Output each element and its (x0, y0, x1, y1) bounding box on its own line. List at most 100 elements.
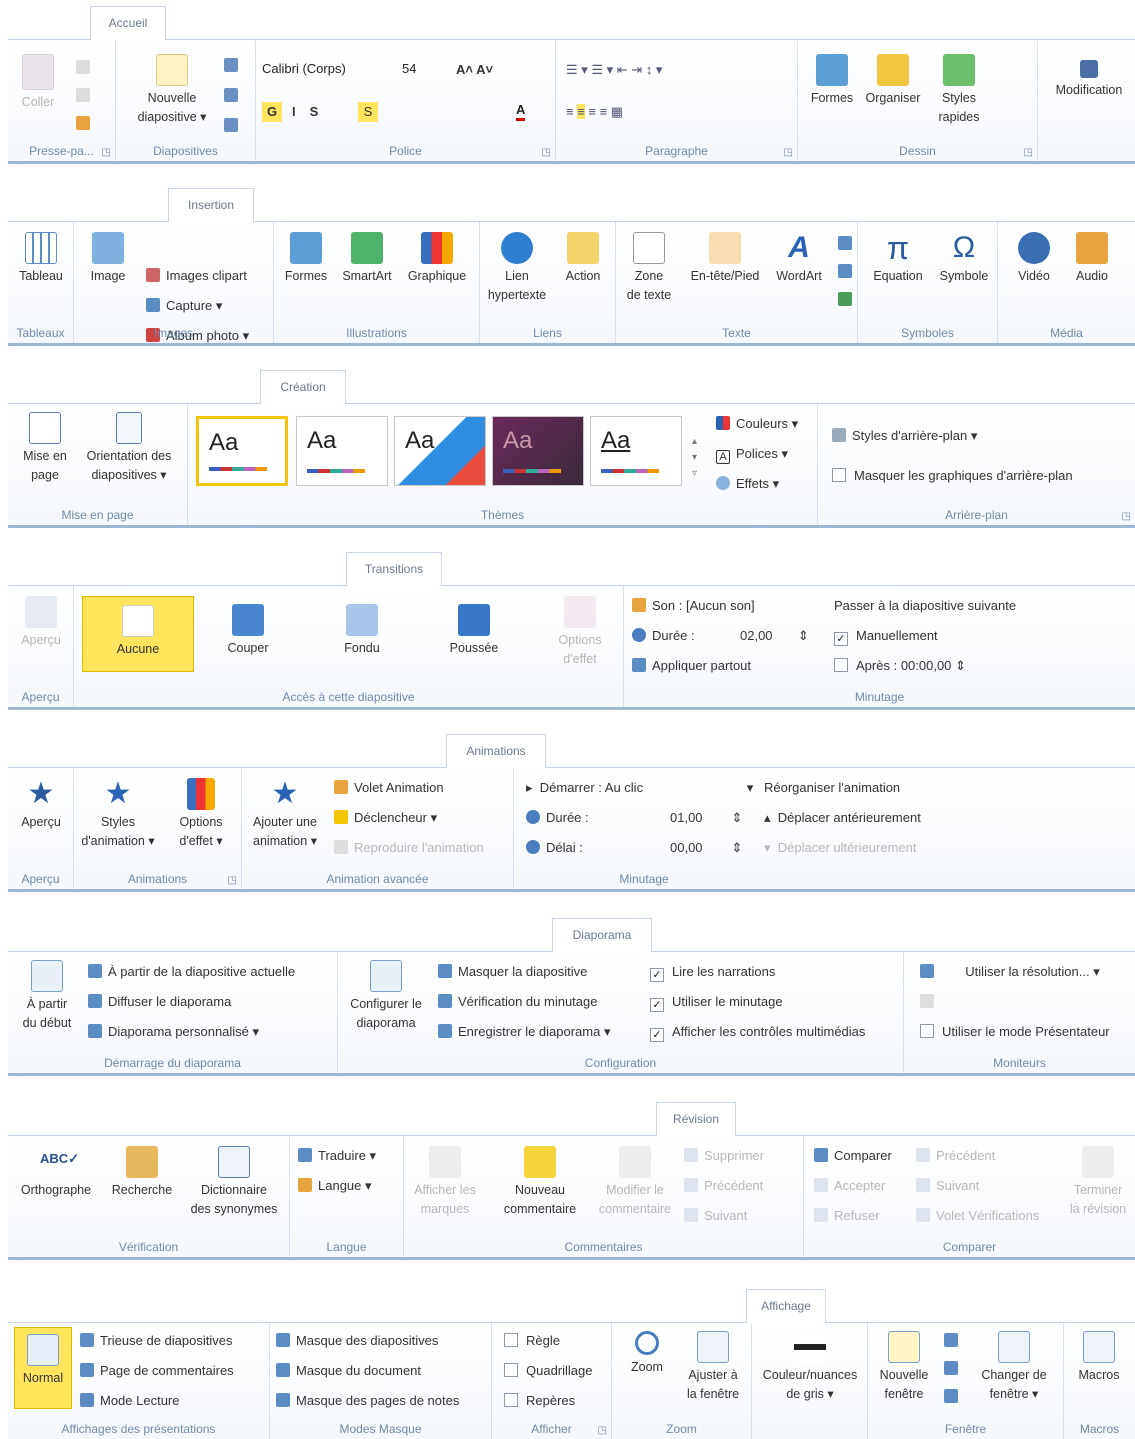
animation-pane-button[interactable]: Volet Animation (334, 780, 444, 796)
header-footer-button[interactable]: En-tête/Pied (682, 232, 768, 286)
on-click-checkbox[interactable]: ✓ Manuellement (834, 628, 938, 646)
theme-5[interactable]: Aa (590, 416, 682, 486)
effect-options-button[interactable]: Options d'effet ▾ (166, 778, 236, 851)
edit-comment-button[interactable]: Modifier le commentaire (590, 1146, 680, 1219)
duration-spinner[interactable]: 01,00 ⇕ (670, 810, 742, 826)
animation-styles-button[interactable]: ★ Styles d'animation ▾ (78, 778, 158, 851)
new-comment-button[interactable]: Nouveau commentaire (492, 1146, 588, 1219)
ruler-checkbox[interactable]: Règle (504, 1333, 560, 1349)
thesaurus-button[interactable]: Dictionnaire des synonymes (184, 1146, 284, 1219)
move-split-icon[interactable] (944, 1389, 958, 1403)
theme-1[interactable]: Aa (196, 416, 288, 486)
reading-view-button[interactable]: Mode Lecture (80, 1393, 180, 1409)
slide-number-icon[interactable] (838, 264, 852, 278)
from-current-button[interactable]: À partir de la diapositive actuelle (88, 964, 295, 980)
record-show-button[interactable]: Enregistrer le diaporama ▾ (438, 1024, 611, 1040)
theme-4[interactable]: Aa (492, 416, 584, 486)
rehearse-timings-button[interactable]: Vérification du minutage (438, 994, 597, 1010)
theme-3[interactable]: Aa (394, 416, 486, 486)
hyperlink-button[interactable]: Lien hypertexte (482, 232, 552, 305)
add-animation-button[interactable]: ★ Ajouter une animation ▾ (244, 778, 326, 851)
duration-spinner[interactable]: 02,00 ⇕ (740, 628, 809, 644)
launcher-icon[interactable]: ◳ (1122, 511, 1131, 522)
show-markup-button[interactable]: Afficher les marques (406, 1146, 484, 1219)
language-button[interactable]: Langue ▾ (298, 1178, 372, 1194)
cascade-icon[interactable] (944, 1361, 958, 1375)
fonts-button[interactable]: A Polices ▾ (716, 446, 788, 464)
tab-revision[interactable]: Révision (656, 1102, 736, 1136)
next-comment-button[interactable]: Suivant (684, 1208, 747, 1224)
animation-painter-button[interactable]: Reproduire l'animation (334, 840, 484, 856)
tab-insertion[interactable]: Insertion (168, 188, 254, 222)
launcher-icon[interactable]: ◳ (102, 147, 111, 158)
section-icon[interactable] (224, 118, 238, 132)
colors-button[interactable]: Couleurs ▾ (716, 416, 798, 432)
page-setup-button[interactable]: Mise en page (14, 412, 76, 485)
reset-icon[interactable] (224, 88, 238, 102)
research-button[interactable]: Recherche (102, 1146, 182, 1200)
play-narrations-checkbox[interactable]: ✓ Lire les narrations (650, 964, 775, 982)
normal-view-button[interactable]: Normal (14, 1327, 72, 1409)
table-button[interactable]: Tableau (10, 232, 72, 286)
format-painter-icon[interactable] (76, 116, 90, 130)
tab-accueil[interactable]: Accueil (90, 6, 166, 40)
theme-2[interactable]: Aa (296, 416, 388, 486)
next-change-button[interactable]: Suivant (916, 1178, 979, 1194)
show-on-icon[interactable] (920, 994, 934, 1008)
reviewing-pane-button[interactable]: Volet Vérifications (916, 1208, 1039, 1224)
font-color-button[interactable]: A (516, 102, 526, 121)
apply-all-button[interactable]: Appliquer partout (632, 658, 751, 674)
bold-button[interactable]: G (262, 102, 282, 122)
copy-icon[interactable] (76, 88, 90, 102)
previous-comment-button[interactable]: Précédent (684, 1178, 763, 1194)
wordart-button[interactable]: A WordArt (770, 232, 828, 286)
equation-button[interactable]: π Equation (864, 232, 932, 286)
new-window-button[interactable]: Nouvelle fenêtre (872, 1331, 936, 1404)
slide-master-button[interactable]: Masque des diapositives (276, 1333, 438, 1349)
image-button[interactable]: Image (78, 232, 138, 286)
effect-options-button[interactable]: Options d'effet (550, 596, 610, 669)
from-beginning-button[interactable]: À partir du début (12, 960, 82, 1033)
color-grayscale-button[interactable]: Couleur/nuances de gris ▾ (754, 1331, 866, 1404)
action-button[interactable]: Action (554, 232, 612, 286)
transition-none[interactable]: Aucune (82, 596, 194, 672)
resolution-select[interactable]: Utiliser la résolution... ▾ (920, 964, 1100, 980)
zoom-button[interactable]: Zoom (620, 1331, 674, 1377)
arrange-button[interactable]: Organiser (860, 54, 926, 108)
font-size-select[interactable]: 54 (402, 58, 442, 80)
launcher-icon[interactable]: ◳ (542, 147, 551, 158)
gridlines-checkbox[interactable]: Quadrillage (504, 1363, 593, 1379)
move-later-button[interactable]: ▾ Déplacer ultérieurement (764, 840, 916, 856)
textbox-button[interactable]: Zone de texte (620, 232, 678, 305)
format-buttons[interactable]: IS (292, 104, 332, 120)
quick-styles-button[interactable]: Styles rapides (928, 54, 990, 127)
preview-button[interactable]: ★ Aperçu (12, 778, 70, 832)
previous-change-button[interactable]: Précédent (916, 1148, 995, 1164)
themes-more-arrows[interactable]: ▴ ▾ ▿ (692, 434, 697, 482)
sound-select[interactable]: Son : [Aucun son] (632, 598, 755, 614)
tab-diaporama[interactable]: Diaporama (552, 918, 652, 952)
object-icon[interactable] (838, 292, 852, 306)
launcher-icon[interactable]: ◳ (228, 875, 237, 886)
use-timings-checkbox[interactable]: ✓ Utiliser le minutage (650, 994, 783, 1012)
chart-button[interactable]: Graphique (400, 232, 474, 286)
audio-button[interactable]: Audio (1064, 232, 1120, 286)
start-select[interactable]: ▸ Démarrer : Au clic ▾ (526, 780, 753, 796)
layout-icon[interactable] (224, 58, 238, 72)
notes-page-button[interactable]: Page de commentaires (80, 1363, 234, 1379)
translate-button[interactable]: Traduire ▾ (298, 1148, 376, 1164)
paste-button[interactable]: Coller (16, 54, 60, 112)
reject-button[interactable]: Refuser (814, 1208, 880, 1224)
tab-affichage[interactable]: Affichage (746, 1289, 826, 1323)
transition-fade[interactable]: Fondu (312, 604, 412, 658)
guides-checkbox[interactable]: Repères (504, 1393, 575, 1409)
align-buttons[interactable]: ≡ ≡ ≡ ≡ ▦ (566, 104, 623, 120)
setup-show-button[interactable]: Configurer le diaporama (342, 960, 430, 1033)
new-slide-button[interactable]: Nouvelle diapositive ▾ (124, 54, 220, 127)
tab-creation[interactable]: Création (260, 370, 346, 404)
video-button[interactable]: Vidéo (1006, 232, 1062, 286)
hide-slide-button[interactable]: Masquer la diapositive (438, 964, 587, 980)
macros-button[interactable]: Macros (1066, 1331, 1132, 1385)
show-media-controls-checkbox[interactable]: ✓ Afficher les contrôles multimédias (650, 1024, 865, 1042)
tab-animations[interactable]: Animations (446, 734, 546, 768)
